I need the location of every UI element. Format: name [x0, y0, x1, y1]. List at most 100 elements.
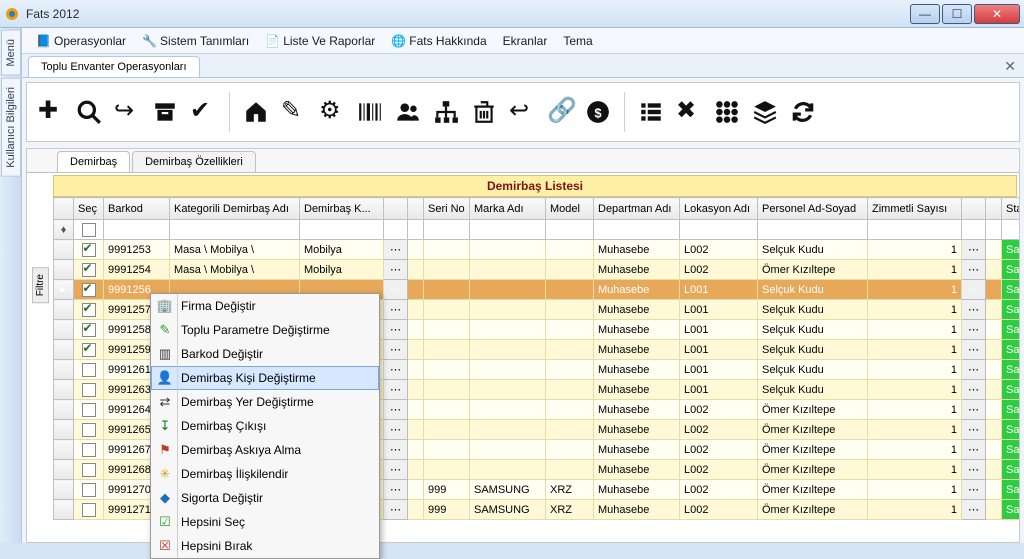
currency-button[interactable]: $ [580, 91, 616, 133]
cell-lookup-button[interactable]: ⋯ [384, 320, 408, 340]
remove-button[interactable]: ✖ [671, 91, 707, 133]
add-button[interactable]: ✚ [33, 91, 69, 133]
edit-button[interactable]: ✎ [276, 91, 312, 133]
menu-fats-hakkinda[interactable]: 🌐Fats Hakkında [383, 31, 494, 51]
cell-lookup-button[interactable]: ⋯ [962, 320, 986, 340]
menu-operasyonlar[interactable]: 📘Operasyonlar [28, 31, 134, 51]
cell-lookup-button[interactable]: ⋯ [962, 460, 986, 480]
cell-lookup-button[interactable]: ⋯ [384, 400, 408, 420]
cell-lookup-button[interactable]: ⋯ [962, 380, 986, 400]
tab-toplu-envanter[interactable]: Toplu Envanter Operasyonları [28, 56, 200, 77]
filter-tab[interactable]: Filtre [32, 267, 49, 303]
sidebar-tab-menu[interactable]: Menü [1, 30, 21, 76]
menu-sistem-tanimlari[interactable]: 🔧Sistem Tanımları [134, 31, 257, 51]
col-lokasyon[interactable]: Lokasyon Adı [680, 198, 758, 220]
context-menu-item[interactable]: ✎Toplu Parametre Değiştirme [151, 318, 379, 342]
close-button[interactable]: ✕ [974, 4, 1020, 24]
col-barkod[interactable]: Barkod [104, 198, 170, 220]
tab-demirbas-ozellikleri[interactable]: Demirbaş Özellikleri [132, 151, 256, 172]
col-marka[interactable]: Marka Adı [470, 198, 546, 220]
cell-lookup-button[interactable]: ⋯ [384, 300, 408, 320]
menu-tema[interactable]: Tema [555, 31, 600, 51]
col-kategori[interactable]: Kategorili Demirbaş Adı [170, 198, 300, 220]
row-checkbox[interactable] [82, 343, 96, 357]
list-view-button[interactable] [633, 91, 669, 133]
cell-lookup-button[interactable]: ⋯ [384, 340, 408, 360]
cell-lookup-button[interactable]: ⋯ [962, 500, 986, 520]
link-button[interactable]: 🔗 [542, 91, 578, 133]
row-checkbox[interactable] [82, 383, 96, 397]
row-checkbox[interactable] [82, 463, 96, 477]
cell-lookup-button[interactable]: ⋯ [962, 300, 986, 320]
context-menu-item[interactable]: ↧Demirbaş Çıkışı [151, 414, 379, 438]
cell-lookup-button[interactable]: ⋯ [962, 260, 986, 280]
refresh-button[interactable] [785, 91, 821, 133]
tab-close-button[interactable]: ✕ [1004, 58, 1016, 75]
minimize-button[interactable]: — [910, 4, 940, 24]
cell-lookup-button[interactable]: ⋯ [384, 500, 408, 520]
maximize-button[interactable]: ☐ [942, 4, 972, 24]
cell-lookup-button[interactable]: ⋯ [384, 460, 408, 480]
row-checkbox[interactable] [82, 283, 96, 297]
table-row[interactable]: 9991254Masa \ Mobilya \Mobilya⋯MuhasebeL… [54, 260, 1020, 280]
cell-lookup-button[interactable]: ⋯ [962, 440, 986, 460]
row-checkbox[interactable] [82, 483, 96, 497]
context-menu[interactable]: 🏢Firma Değiştir✎Toplu Parametre Değiştir… [150, 293, 380, 559]
context-menu-item[interactable]: ⚑Demirbaş Askıya Alma [151, 438, 379, 462]
context-menu-item[interactable]: 🏢Firma Değiştir [151, 294, 379, 318]
cell-lookup-button[interactable]: ⋯ [384, 440, 408, 460]
menu-liste-ve-raporlar[interactable]: 📄Liste Ve Raporlar [257, 31, 383, 51]
menu-ekranlar[interactable]: Ekranlar [495, 31, 556, 51]
settings-button[interactable]: ⚙ [314, 91, 350, 133]
context-menu-item[interactable]: ☒Hepsini Bırak [151, 534, 379, 558]
users-button[interactable] [390, 91, 426, 133]
col-serino[interactable]: Seri No [424, 198, 470, 220]
cell-lookup-button[interactable]: ⋯ [384, 360, 408, 380]
row-checkbox[interactable] [82, 403, 96, 417]
confirm-button[interactable]: ✔ [185, 91, 221, 133]
home-button[interactable] [238, 91, 274, 133]
cell-lookup-button[interactable]: ⋯ [384, 380, 408, 400]
sidebar-tab-user-info[interactable]: Kullanıcı Bilgileri [1, 78, 21, 177]
col-statu[interactable]: Statü [1002, 198, 1020, 220]
row-checkbox[interactable] [82, 443, 96, 457]
cell-lookup-button[interactable]: ⋯ [962, 360, 986, 380]
cell-lookup-button[interactable]: ⋯ [384, 280, 408, 300]
col-demirbas-k[interactable]: Demirbaş K... [300, 198, 384, 220]
delete-button[interactable] [466, 91, 502, 133]
row-checkbox[interactable] [82, 423, 96, 437]
row-checkbox[interactable] [82, 503, 96, 517]
cell-lookup-button[interactable]: ⋯ [962, 400, 986, 420]
context-menu-item[interactable]: ◆Sigorta Değiştir [151, 486, 379, 510]
barcode-button[interactable] [352, 91, 388, 133]
undo-button[interactable]: ↩ [504, 91, 540, 133]
layers-button[interactable] [747, 91, 783, 133]
cell-lookup-button[interactable]: ⋯ [384, 420, 408, 440]
filter-row[interactable]: ♦ [54, 220, 1020, 240]
search-button[interactable] [71, 91, 107, 133]
cell-lookup-button[interactable]: ⋯ [384, 260, 408, 280]
col-sel[interactable]: Seç [74, 198, 104, 220]
cell-lookup-button[interactable]: ⋯ [962, 240, 986, 260]
row-checkbox[interactable] [82, 323, 96, 337]
forward-button[interactable]: ↪ [109, 91, 145, 133]
row-checkbox[interactable] [82, 263, 96, 277]
row-checkbox[interactable] [82, 363, 96, 377]
cell-lookup-button[interactable]: ⋯ [384, 240, 408, 260]
row-checkbox[interactable] [82, 303, 96, 317]
col-personel[interactable]: Personel Ad-Soyad [758, 198, 868, 220]
context-menu-item[interactable]: ☑Hepsini Seç [151, 510, 379, 534]
cell-lookup-button[interactable]: ⋯ [962, 480, 986, 500]
cell-lookup-button[interactable]: ⋯ [962, 340, 986, 360]
table-row[interactable]: 9991253Masa \ Mobilya \Mobilya⋯MuhasebeL… [54, 240, 1020, 260]
cell-lookup-button[interactable]: ⋯ [962, 280, 986, 300]
context-menu-item[interactable]: ✳Demirbaş İlişkilendir [151, 462, 379, 486]
cell-lookup-button[interactable]: ⋯ [384, 480, 408, 500]
col-departman[interactable]: Departman Adı [594, 198, 680, 220]
col-zimmetli[interactable]: Zimmetli Sayısı [868, 198, 962, 220]
grid-view-button[interactable] [709, 91, 745, 133]
context-menu-item[interactable]: ⇄Demirbaş Yer Değiştirme [151, 390, 379, 414]
context-menu-item[interactable]: 👤Demirbaş Kişi Değiştirme [151, 366, 379, 390]
tab-demirbas[interactable]: Demirbaş [57, 151, 130, 172]
row-checkbox[interactable] [82, 243, 96, 257]
